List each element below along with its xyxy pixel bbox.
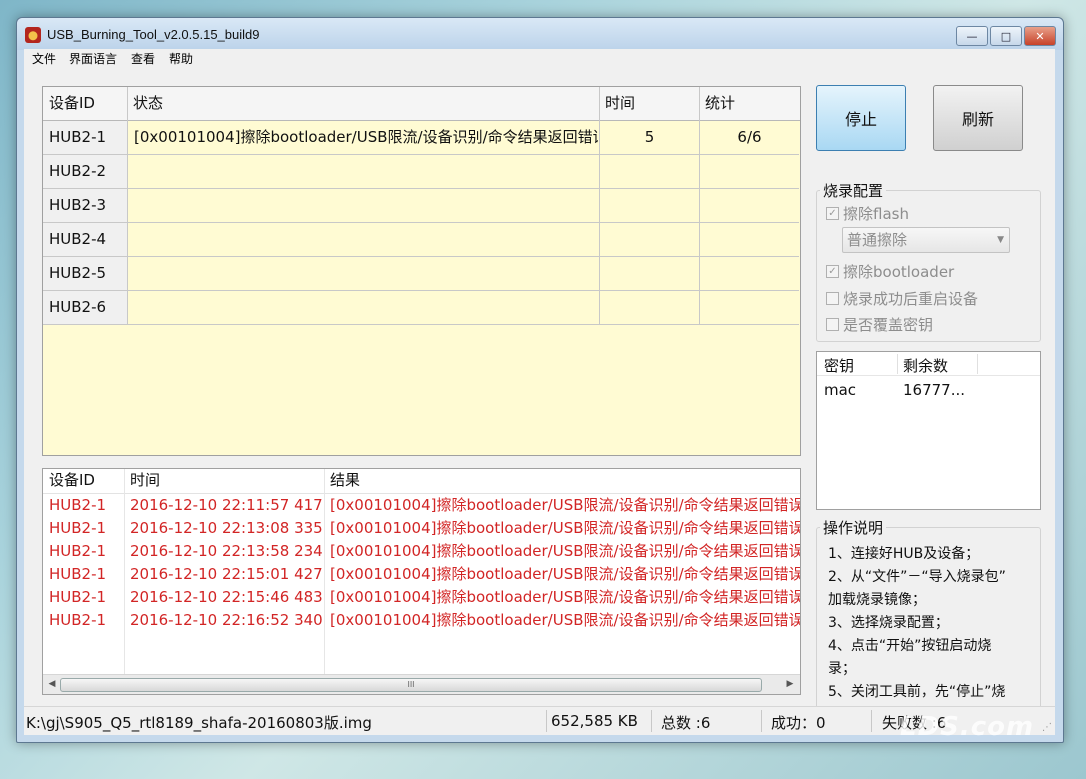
- menu-language[interactable]: 界面语言: [69, 50, 117, 67]
- scroll-left-icon[interactable]: ◀: [45, 677, 59, 691]
- log-column-time[interactable]: 时间: [130, 469, 160, 492]
- key-row-name: mac: [824, 381, 857, 399]
- resize-grip-icon[interactable]: ⋰: [1042, 722, 1052, 733]
- column-time[interactable]: 时间: [599, 87, 699, 120]
- checkbox-checked-icon: ✓: [826, 207, 839, 220]
- close-button[interactable]: ✕: [1024, 26, 1056, 46]
- erase-bootloader-checkbox[interactable]: ✓ 擦除bootloader: [826, 261, 954, 282]
- status-success: 成功：0: [771, 714, 826, 732]
- table-row-time: 5: [644, 128, 655, 146]
- column-device-id[interactable]: 设备ID: [43, 87, 127, 120]
- instruction-line: 2、从“文件”－“导入烧录包”: [828, 569, 1006, 585]
- instruction-line: 1、连接好HUB及设备；: [828, 546, 980, 562]
- table-row-id[interactable]: HUB2-1: [43, 121, 127, 154]
- log-row-id: HUB2-1: [49, 565, 107, 583]
- log-row-id: HUB2-1: [49, 542, 107, 560]
- log-row-result: [0x00101004]擦除bootloader/USB限流/设备识别/命令结果…: [330, 588, 800, 606]
- maximize-button[interactable]: □: [990, 26, 1022, 46]
- table-row-id[interactable]: HUB2-6: [43, 291, 127, 324]
- table-row-status: [0x00101004]擦除bootloader/USB限流/设备识别/命令结果…: [134, 128, 598, 146]
- column-stats[interactable]: 统计: [699, 87, 799, 120]
- checkbox-checked-icon: ✓: [826, 265, 839, 278]
- table-row-id[interactable]: HUB2-3: [43, 189, 127, 222]
- title-bar[interactable]: USB_Burning_Tool_v2.0.5.15_build9 — □ ✕: [17, 18, 1063, 50]
- menu-view[interactable]: 查看: [131, 50, 155, 67]
- key-row-remaining: 16777...: [903, 381, 966, 399]
- device-grid[interactable]: 设备ID 状态 时间 统计 HUB2-1 [0x00101004]擦除bootl…: [42, 86, 801, 456]
- burn-config-title: 烧录配置: [820, 180, 887, 201]
- refresh-button[interactable]: 刷新: [933, 85, 1023, 151]
- log-list[interactable]: 设备ID 时间 结果 HUB2-1 2016-12-10 22:11:57 41…: [42, 468, 801, 695]
- erase-bootloader-label: 擦除bootloader: [843, 263, 955, 281]
- chevron-down-icon: ▼: [997, 235, 1004, 245]
- instructions-title: 操作说明: [820, 517, 887, 538]
- menu-file[interactable]: 文件: [32, 50, 56, 67]
- log-row-time: 2016-12-10 22:11:57 417: [130, 496, 323, 514]
- horizontal-scrollbar[interactable]: ◀ III ▶: [43, 674, 800, 694]
- remaining-column-header[interactable]: 剩余数: [903, 355, 948, 376]
- table-row-stats: 6/6: [737, 128, 762, 146]
- log-row-time: 2016-12-10 22:15:01 427: [130, 565, 323, 583]
- status-file-path: K:\gj\S905_Q5_rtl8189_shafa-20160803版.im…: [26, 714, 372, 732]
- erase-flash-label: 擦除flash: [843, 205, 909, 223]
- log-row-time: 2016-12-10 22:13:58 234: [130, 542, 323, 560]
- log-row-id: HUB2-1: [49, 519, 107, 537]
- table-row-id[interactable]: HUB2-2: [43, 155, 127, 188]
- key-column-header[interactable]: 密钥: [824, 355, 854, 376]
- column-status[interactable]: 状态: [127, 87, 599, 120]
- status-file-size: 652,585 KB: [551, 712, 638, 730]
- log-row-result: [0x00101004]擦除bootloader/USB限流/设备识别/命令结果…: [330, 611, 800, 629]
- status-total: 总数 :6: [661, 714, 711, 732]
- log-row-time: 2016-12-10 22:15:46 483: [130, 588, 323, 606]
- scroll-right-icon[interactable]: ▶: [783, 677, 797, 691]
- instruction-line: 3、选择烧录配置；: [828, 615, 949, 631]
- instructions-text: 1、连接好HUB及设备； 2、从“文件”－“导入烧录包” 加载烧录镜像； 3、选…: [828, 543, 1036, 727]
- log-column-device-id[interactable]: 设备ID: [49, 469, 95, 492]
- log-row-result: [0x00101004]擦除bootloader/USB限流/设备识别/命令结果…: [330, 565, 800, 583]
- instruction-line: 录；: [828, 661, 856, 677]
- log-column-result[interactable]: 结果: [330, 469, 360, 492]
- overwrite-key-label: 是否覆盖密钥: [843, 316, 934, 334]
- menu-bar: 文件 界面语言 查看 帮助: [24, 49, 1055, 67]
- stop-button[interactable]: 停止: [816, 85, 906, 151]
- client-area: 文件 界面语言 查看 帮助 设备ID 状态 时间 统计 HUB2-1 [0x00…: [24, 49, 1055, 735]
- menu-help[interactable]: 帮助: [169, 50, 193, 67]
- log-row-id: HUB2-1: [49, 588, 107, 606]
- key-table[interactable]: 密钥 剩余数 mac 16777...: [816, 351, 1041, 510]
- log-row-time: 2016-12-10 22:16:52 340: [130, 611, 323, 629]
- window-title: USB_Burning_Tool_v2.0.5.15_build9: [47, 27, 260, 42]
- checkbox-unchecked-icon: [826, 292, 839, 305]
- log-row-result: [0x00101004]擦除bootloader/USB限流/设备识别/命令结果…: [330, 496, 800, 514]
- minimize-button[interactable]: —: [956, 26, 988, 46]
- instruction-line: 4、点击“开始”按钮启动烧: [828, 638, 992, 654]
- log-row-result: [0x00101004]擦除bootloader/USB限流/设备识别/命令结果…: [330, 542, 800, 560]
- instruction-line: 加载烧录镜像；: [828, 592, 926, 608]
- reboot-after-burn-checkbox[interactable]: 烧录成功后重启设备: [826, 288, 978, 309]
- erase-mode-select[interactable]: 普通擦除 ▼: [842, 227, 1010, 253]
- scrollbar-thumb[interactable]: III: [60, 678, 762, 692]
- erase-mode-value: 普通擦除: [847, 231, 908, 249]
- log-row-time: 2016-12-10 22:13:08 335: [130, 519, 323, 537]
- erase-flash-checkbox[interactable]: ✓ 擦除flash: [826, 203, 909, 224]
- table-row-id[interactable]: HUB2-5: [43, 257, 127, 290]
- app-icon: [25, 27, 41, 43]
- overwrite-key-checkbox[interactable]: 是否覆盖密钥: [826, 314, 933, 335]
- app-window: USB_Burning_Tool_v2.0.5.15_build9 — □ ✕ …: [16, 17, 1064, 743]
- reboot-after-burn-label: 烧录成功后重启设备: [843, 290, 979, 308]
- watermark-logo: LDS.com: [900, 712, 1035, 742]
- log-row-id: HUB2-1: [49, 496, 107, 514]
- instruction-line: 5、关闭工具前，先“停止”烧: [828, 684, 1006, 700]
- table-row-id[interactable]: HUB2-4: [43, 223, 127, 256]
- log-row-id: HUB2-1: [49, 611, 107, 629]
- log-row-result: [0x00101004]擦除bootloader/USB限流/设备识别/命令结果…: [330, 519, 800, 537]
- checkbox-unchecked-icon: [826, 318, 839, 331]
